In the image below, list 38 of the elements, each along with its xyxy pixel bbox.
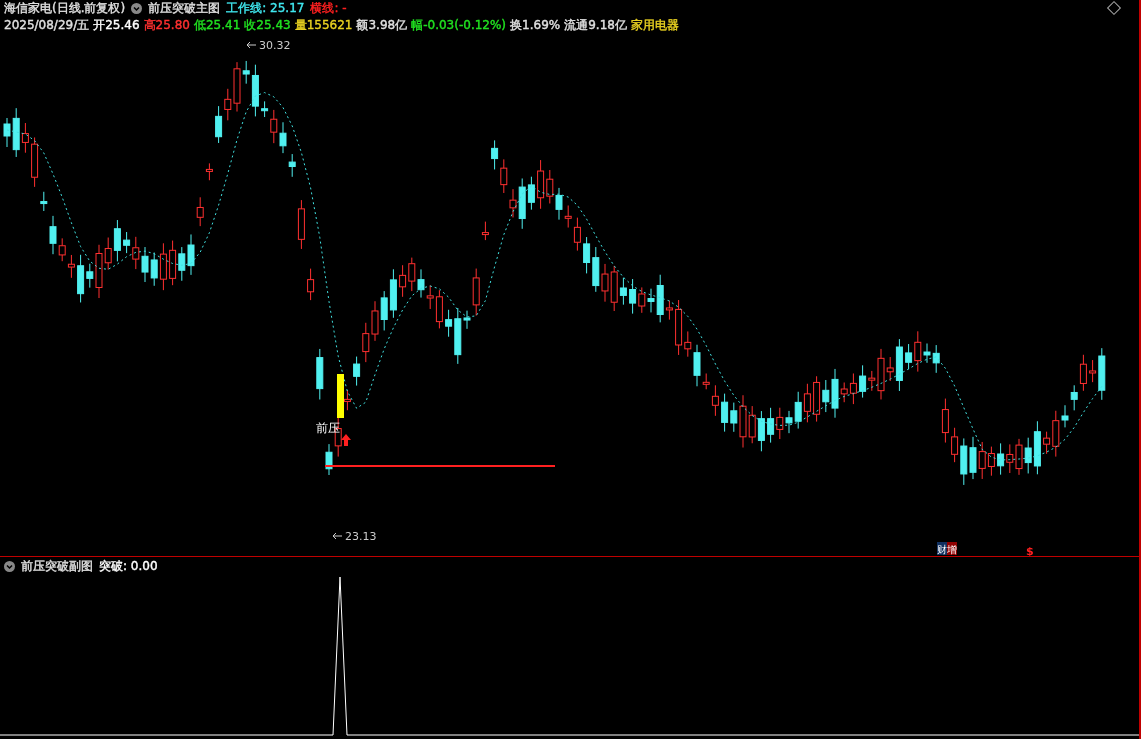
- signal-bar: [337, 374, 344, 418]
- candlestick: [343, 389, 351, 411]
- candlestick: [941, 398, 949, 444]
- low-price-label: 23.13: [345, 530, 377, 543]
- indicator-value: 工作线: 25.17: [226, 0, 305, 17]
- breakout-reading: 突破: 0.00: [99, 557, 158, 575]
- candlestick: [481, 221, 489, 241]
- event-marker[interactable]: 增: [947, 542, 957, 555]
- quote-value: 高25.80: [143, 17, 190, 34]
- quote-value: 2025/08/29/五: [4, 17, 90, 34]
- quote-value: 流通9.18亿: [564, 17, 627, 34]
- quote-value: 幅-0.03(-0.12%): [411, 17, 507, 34]
- quote-value: 家用电器: [630, 17, 679, 34]
- candlestick: [297, 199, 305, 250]
- quote-value: 量155621: [294, 17, 353, 34]
- high-price-label: 30.32: [259, 39, 291, 52]
- stock-title: 海信家电(日线.前复权): [4, 0, 126, 17]
- candlestick: [31, 136, 39, 188]
- indicator-value: 横线: -: [310, 0, 347, 17]
- leader-arrow-icon: [246, 41, 257, 49]
- quote-value: 额3.98亿: [356, 17, 408, 34]
- trade-marker[interactable]: $: [1026, 545, 1034, 556]
- quote-value: 低25.41: [193, 17, 241, 34]
- chevron-icon[interactable]: [4, 560, 15, 572]
- chevron-icon[interactable]: [131, 3, 143, 14]
- quote-value: 开25.46: [93, 17, 140, 34]
- sub-chart-title: 前压突破副图: [21, 557, 93, 575]
- candlestick: [196, 196, 204, 227]
- quote-value: 收25.43: [244, 17, 291, 34]
- up-arrow-icon: [341, 434, 351, 446]
- indicator-name: 前压突破主图: [148, 0, 221, 17]
- event-marker[interactable]: 财: [937, 542, 947, 555]
- leader-arrow-icon: [332, 532, 343, 540]
- candlestick: [40, 191, 48, 212]
- quote-value: 换1.69%: [510, 17, 561, 34]
- candlestick: [205, 162, 213, 181]
- candlestick: [307, 268, 315, 301]
- candlestick: [316, 348, 324, 400]
